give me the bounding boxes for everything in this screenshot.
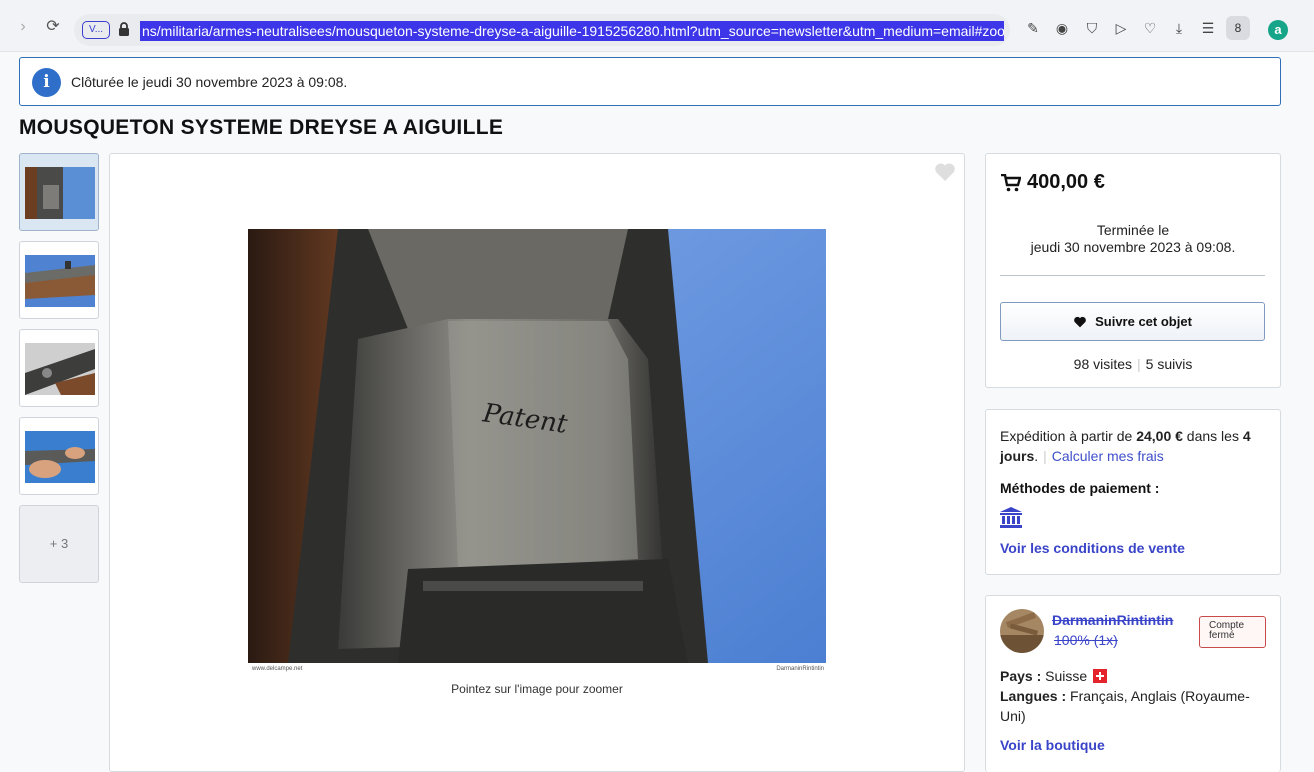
seller-panel: DarmaninRintintin 100% (1x) Compte fermé…	[985, 595, 1281, 772]
thumbnail-2[interactable]	[19, 241, 99, 319]
view-shop-link[interactable]: Voir la boutique	[1000, 737, 1105, 753]
photo-caption-right: DarmaninRintintin	[776, 666, 824, 672]
main-photo-frame[interactable]: Patent www.delcampe.net DarmaninRintinti…	[125, 229, 951, 672]
favorite-heart-icon[interactable]	[934, 162, 956, 182]
follow-label: Suivre cet objet	[1095, 314, 1192, 329]
settings-sliders-icon[interactable]: ☰	[1200, 20, 1216, 36]
heart-icon[interactable]: ♡	[1142, 20, 1158, 36]
thumbnail-image	[25, 343, 95, 395]
price-panel: 400,00 € Terminée le jeudi 30 novembre 2…	[985, 153, 1281, 388]
thumbnail-3[interactable]	[19, 329, 99, 407]
profile-icon[interactable]: 8	[1226, 16, 1250, 40]
shield-icon[interactable]: ⛉	[1084, 20, 1100, 36]
end-date: Terminée le jeudi 30 novembre 2023 à 09:…	[986, 222, 1280, 256]
shipping-info: Expédition à partir de 24,00 € dans les …	[1000, 428, 1251, 464]
sale-conditions-link[interactable]: Voir les conditions de vente	[1000, 540, 1185, 556]
calculate-shipping-link[interactable]: Calculer mes frais	[1052, 448, 1164, 464]
forward-icon[interactable]: ›	[14, 18, 32, 36]
ended-label: Terminée le	[1096, 222, 1170, 238]
swiss-flag-icon	[1093, 669, 1108, 683]
url-text[interactable]: ns/militaria/armes-neutralisees/mousquet…	[140, 21, 1004, 41]
notice-text: Clôturée le jeudi 30 novembre 2023 à 09:…	[71, 74, 348, 90]
payment-methods-title: Méthodes de paiement :	[1000, 480, 1160, 496]
visits-count: 98 visites	[1073, 356, 1133, 372]
image-viewer: Patent www.delcampe.net DarmaninRintinti…	[109, 153, 965, 772]
heart-icon	[1074, 316, 1086, 327]
thumbnail-image	[25, 167, 95, 219]
address-bar[interactable]: V... ns/militaria/armes-neutralisees/mou…	[74, 14, 1010, 46]
stats: 98 visites | 5 suivis	[1073, 356, 1193, 372]
extension-icon[interactable]: a	[1268, 20, 1288, 40]
reload-icon[interactable]: ⟳	[44, 18, 62, 36]
photo-caption-left: www.delcampe.net	[252, 666, 303, 672]
camera-icon[interactable]: ◉	[1054, 20, 1070, 36]
thumbnail-image	[25, 255, 95, 307]
ended-date: jeudi 30 novembre 2023 à 09:08.	[1030, 239, 1236, 255]
info-icon: i	[32, 68, 61, 97]
thumbnail-4[interactable]	[19, 417, 99, 495]
cart-icon	[1001, 174, 1021, 192]
follow-item-button[interactable]: Suivre cet objet	[1000, 302, 1265, 341]
divider	[1000, 275, 1265, 276]
followers-count: 5 suivis	[1145, 356, 1193, 372]
page-content: i Clôturée le jeudi 30 novembre 2023 à 0…	[0, 52, 1314, 772]
closed-notice: i Clôturée le jeudi 30 novembre 2023 à 0…	[19, 57, 1281, 106]
thumbnail-image	[25, 431, 95, 483]
send-icon[interactable]: ▷	[1113, 20, 1129, 36]
avatar[interactable]	[1000, 609, 1044, 653]
lock-icon	[119, 22, 129, 36]
thumbnail-1[interactable]	[19, 153, 99, 231]
seller-name-link[interactable]: DarmaninRintintin	[1052, 612, 1173, 628]
shipping-amount: 24,00 €	[1136, 428, 1183, 444]
main-photo[interactable]: Patent	[248, 229, 826, 663]
seller-country: Pays : Suisse	[1000, 666, 1108, 686]
site-info-badge[interactable]: V...	[82, 21, 110, 39]
bank-transfer-icon	[1000, 507, 1022, 528]
browser-toolbar: › ⟳ V... ns/militaria/armes-neutralisees…	[0, 0, 1314, 52]
shipping-panel: Expédition à partir de 24,00 € dans les …	[985, 409, 1281, 575]
price: 400,00 €	[1027, 171, 1105, 193]
seller-languages: Langues : Français, Anglais (Royaume-Uni…	[1000, 688, 1250, 724]
download-icon[interactable]: ⤓	[1171, 20, 1187, 36]
page-title: MOUSQUETON SYSTEME DREYSE A AIGUILLE	[19, 116, 504, 139]
edit-icon[interactable]: ✎	[1025, 20, 1041, 36]
zoom-hint: Pointez sur l'image pour zoomer	[451, 682, 623, 696]
more-photos-button[interactable]: + 3	[19, 505, 99, 583]
account-closed-badge: Compte fermé	[1199, 616, 1266, 648]
seller-rating[interactable]: 100% (1x)	[1054, 632, 1118, 648]
